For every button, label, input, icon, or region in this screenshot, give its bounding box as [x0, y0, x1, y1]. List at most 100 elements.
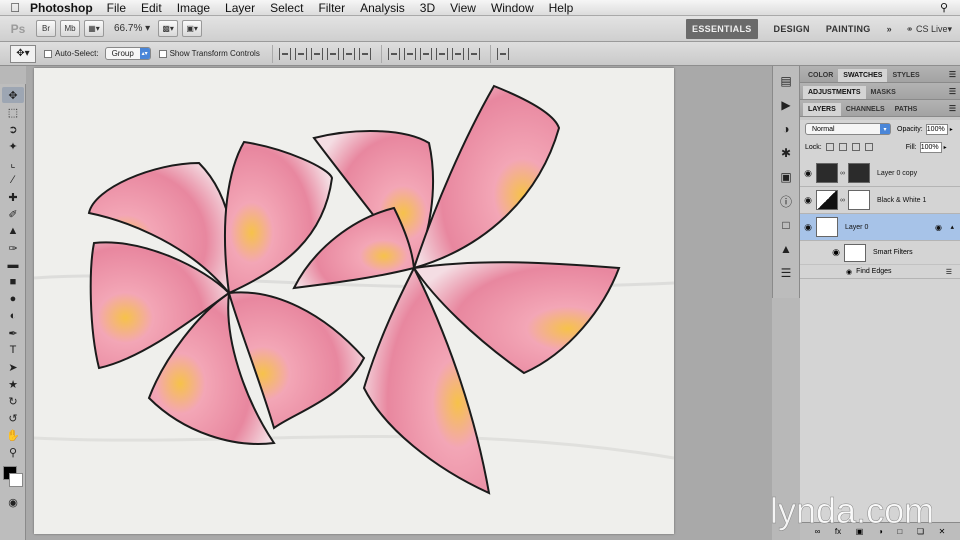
blending-options-icon[interactable]: ☰: [946, 268, 952, 276]
smart-filters-row[interactable]: ◉ Smart Filters: [800, 241, 960, 265]
panel-menu-icon[interactable]: ☰: [949, 104, 956, 113]
fill-slider-toggle[interactable]: ▸: [944, 144, 947, 151]
quick-select-tool-icon[interactable]: ✦: [2, 138, 24, 154]
app-menu[interactable]: Photoshop: [30, 1, 93, 15]
align-bottom-icon[interactable]: [310, 47, 323, 60]
clone-stamp-tool-icon[interactable]: ▲: [2, 223, 24, 239]
align-vcenter-icon[interactable]: [294, 47, 307, 60]
workspace-design[interactable]: DESIGN: [774, 24, 810, 34]
menu-filter[interactable]: Filter: [318, 1, 345, 15]
healing-brush-tool-icon[interactable]: ✚: [2, 189, 24, 205]
eye-icon[interactable]: ◉: [828, 247, 844, 258]
eyedropper-tool-icon[interactable]: ∕: [2, 172, 24, 188]
layer-row[interactable]: ◉ ∞ Black & White 1: [800, 187, 960, 214]
opacity-field[interactable]: 100%: [925, 123, 948, 135]
gradient-tool-icon[interactable]: ■: [2, 274, 24, 290]
view-extras-button[interactable]: ▦▾: [84, 20, 104, 37]
tool-presets-panel-icon[interactable]: ☰: [776, 264, 796, 282]
menu-image[interactable]: Image: [177, 1, 210, 15]
tab-channels[interactable]: CHANNELS: [841, 103, 890, 116]
pen-tool-icon[interactable]: ✒: [2, 325, 24, 341]
launch-bridge-button[interactable]: Br: [36, 20, 56, 37]
menu-edit[interactable]: Edit: [141, 1, 162, 15]
history-panel-icon[interactable]: ▤: [776, 72, 796, 90]
info-panel-icon[interactable]: ⓘ: [776, 192, 796, 210]
quick-mask-icon[interactable]: ◉: [2, 494, 24, 510]
eye-icon[interactable]: ◉: [846, 268, 852, 276]
tab-styles[interactable]: STYLES: [887, 69, 924, 82]
align-right-icon[interactable]: [358, 47, 371, 60]
menu-analysis[interactable]: Analysis: [360, 1, 405, 15]
screen-mode-button[interactable]: ▣▾: [182, 20, 203, 37]
3d-panel-icon[interactable]: ◑: [776, 120, 796, 138]
image-canvas[interactable]: [34, 68, 674, 534]
panel-menu-icon[interactable]: ☰: [949, 70, 956, 79]
apple-icon[interactable]: : [0, 0, 30, 15]
cs-live-menu[interactable]: ⚭ CS Live▾: [906, 24, 952, 35]
align-left-icon[interactable]: [326, 47, 339, 60]
menu-layer[interactable]: Layer: [225, 1, 255, 15]
eye-icon[interactable]: ◉: [800, 168, 816, 179]
distribute-hcenter-icon[interactable]: [451, 47, 464, 60]
panel-menu-icon[interactable]: ☰: [949, 87, 956, 96]
layer-mask-thumbnail[interactable]: [848, 190, 870, 210]
eye-icon[interactable]: ◉: [800, 222, 816, 233]
menu-file[interactable]: File: [107, 1, 126, 15]
menu-window[interactable]: Window: [491, 1, 534, 15]
layer-row[interactable]: ◉ ∞ Layer 0 copy: [800, 160, 960, 187]
lock-transparent-icon[interactable]: [825, 143, 834, 151]
auto-select-dropdown[interactable]: Group ▴▾: [104, 47, 151, 60]
tab-layers[interactable]: LAYERS: [803, 103, 841, 116]
fill-field[interactable]: 100%: [919, 141, 942, 153]
show-transform-checkbox[interactable]: [158, 49, 167, 58]
distribute-bottom-icon[interactable]: [419, 47, 432, 60]
move-tool-preset-icon[interactable]: ✥▾: [10, 44, 36, 63]
marquee-tool-icon[interactable]: ⬚: [2, 104, 24, 120]
hand-tool-icon[interactable]: ✋: [2, 427, 24, 443]
align-top-icon[interactable]: [278, 47, 291, 60]
tab-paths[interactable]: PATHS: [890, 103, 923, 116]
zoom-level[interactable]: 66.7% ▾: [114, 23, 150, 34]
auto-select-checkbox[interactable]: [44, 49, 52, 58]
align-hcenter-icon[interactable]: [342, 47, 355, 60]
tab-color[interactable]: COLOR: [803, 69, 838, 82]
distribute-left-icon[interactable]: [435, 47, 448, 60]
clone-source-panel-icon[interactable]: ▲: [776, 240, 796, 258]
3d-orbit-tool-icon[interactable]: ↺: [2, 410, 24, 426]
actions-panel-icon[interactable]: ▶: [776, 96, 796, 114]
brush-tool-icon[interactable]: ✐: [2, 206, 24, 222]
3d-rotate-tool-icon[interactable]: ↻: [2, 393, 24, 409]
dodge-tool-icon[interactable]: ◐: [2, 308, 24, 324]
color-swatches[interactable]: [2, 464, 23, 490]
launch-mini-bridge-button[interactable]: Mb: [60, 20, 80, 37]
animation-panel-icon[interactable]: ▣: [776, 168, 796, 186]
move-tool-icon[interactable]: ✥: [2, 87, 24, 103]
menu-help[interactable]: Help: [549, 1, 574, 15]
path-select-tool-icon[interactable]: ➤: [2, 359, 24, 375]
type-tool-icon[interactable]: T: [2, 342, 24, 358]
arrange-documents-button[interactable]: ▩▾: [158, 20, 179, 37]
workspace-essentials[interactable]: ESSENTIALS: [686, 19, 758, 39]
layer-mask-thumbnail[interactable]: [848, 163, 870, 183]
eraser-tool-icon[interactable]: ▬: [2, 257, 24, 273]
tab-swatches[interactable]: SWATCHES: [838, 69, 888, 82]
shape-tool-icon[interactable]: ★: [2, 376, 24, 392]
lock-position-icon[interactable]: [851, 143, 860, 151]
history-brush-tool-icon[interactable]: ✑: [2, 240, 24, 256]
more-workspaces-button[interactable]: »: [887, 24, 892, 34]
tab-masks[interactable]: MASKS: [866, 86, 901, 99]
lock-all-icon[interactable]: [864, 143, 873, 151]
background-color[interactable]: [9, 473, 23, 487]
filter-row[interactable]: ◉ Find Edges ☰: [800, 265, 960, 279]
workspace-painting[interactable]: PAINTING: [826, 24, 871, 34]
blend-mode-dropdown[interactable]: Normal ▾: [805, 123, 891, 135]
menu-select[interactable]: Select: [270, 1, 303, 15]
distribute-right-icon[interactable]: [467, 47, 480, 60]
filter-mask-thumbnail[interactable]: [844, 243, 866, 262]
lock-pixels-icon[interactable]: [838, 143, 847, 151]
search-icon[interactable]: ⚲: [940, 1, 948, 14]
blur-tool-icon[interactable]: ●: [2, 291, 24, 307]
crop-tool-icon[interactable]: ⌞: [2, 155, 24, 171]
brushes-panel-icon[interactable]: □: [776, 216, 796, 234]
menu-3d[interactable]: 3D: [420, 1, 435, 15]
